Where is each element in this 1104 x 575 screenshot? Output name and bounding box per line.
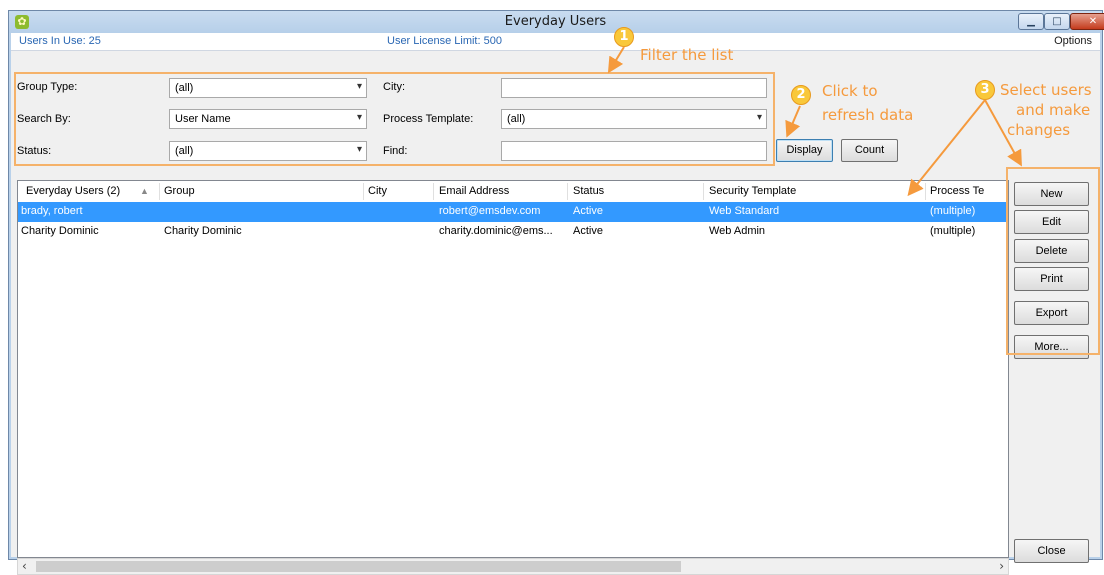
callout-filter-text: Filter the list: [640, 46, 734, 64]
column-header-name[interactable]: Everyday Users (2): [26, 185, 120, 197]
maximize-button[interactable]: □: [1044, 13, 1070, 30]
callout-number-1: 1: [614, 27, 634, 47]
column-header-email[interactable]: Email Address: [439, 185, 509, 197]
count-button[interactable]: Count: [841, 139, 898, 162]
callout-refresh-line2: refresh data: [822, 106, 914, 124]
callout-refresh-line1: Click to: [822, 82, 878, 100]
table-row[interactable]: Charity Dominic Charity Dominic charity.…: [18, 222, 1008, 242]
column-header-security-template[interactable]: Security Template: [709, 185, 796, 197]
title-bar[interactable]: ✿ Everyday Users ▁ □ ✕: [9, 11, 1104, 33]
callout-number-3: 3: [975, 80, 995, 100]
close-icon: ✕: [1088, 16, 1098, 27]
display-button[interactable]: Display: [776, 139, 833, 162]
users-grid[interactable]: Everyday Users (2) ▲ Group City Email Ad…: [17, 180, 1009, 558]
horizontal-scrollbar[interactable]: ‹ ›: [17, 558, 1009, 575]
column-header-status[interactable]: Status: [573, 185, 604, 197]
column-header-city[interactable]: City: [368, 185, 387, 197]
callout-select-line1: Select users: [1000, 81, 1092, 99]
filter-highlight-box: [14, 72, 775, 166]
sort-ascending-icon: ▲: [140, 186, 149, 196]
license-limit: User License Limit: 500: [387, 35, 502, 47]
options-link[interactable]: Options: [1054, 35, 1092, 47]
grid-header: Everyday Users (2) ▲ Group City Email Ad…: [18, 181, 1008, 203]
window-title: Everyday Users: [504, 14, 607, 29]
callout-select-line2: and make: [1016, 101, 1091, 119]
buttons-highlight-box: [1006, 167, 1100, 355]
callout-number-2: 2: [791, 85, 811, 105]
maximize-icon: □: [1052, 16, 1062, 27]
table-row[interactable]: brady, robert robert@emsdev.com Active W…: [18, 202, 1008, 222]
close-window-button[interactable]: ✕: [1070, 13, 1104, 30]
scrollbar-thumb[interactable]: [36, 561, 681, 572]
minimize-button[interactable]: ▁: [1018, 13, 1044, 30]
minimize-icon: ▁: [1027, 16, 1035, 27]
users-in-use: Users In Use: 25: [19, 35, 101, 47]
callout-select-line3: changes: [1007, 121, 1071, 139]
close-button[interactable]: Close: [1014, 539, 1089, 563]
scroll-left-icon[interactable]: ‹: [22, 559, 27, 573]
column-header-process-template[interactable]: Process Te: [930, 185, 984, 197]
column-header-group[interactable]: Group: [164, 185, 195, 197]
info-bar: Users In Use: 25 User License Limit: 500…: [11, 33, 1100, 51]
scroll-right-icon[interactable]: ›: [999, 559, 1004, 573]
